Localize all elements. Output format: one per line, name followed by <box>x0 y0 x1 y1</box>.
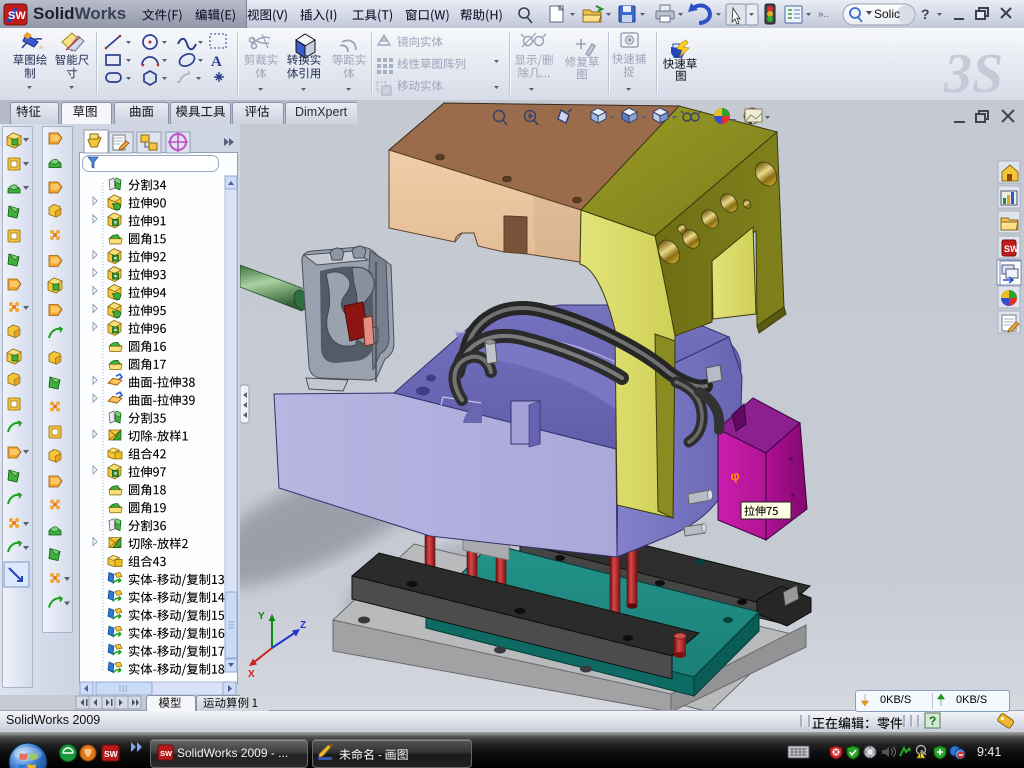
svg-text:?: ? <box>929 714 936 728</box>
svg-text:Y: Y <box>258 611 265 622</box>
svg-text:?: ? <box>921 6 930 22</box>
svg-text:!: ! <box>920 754 922 760</box>
svg-text:A: A <box>211 54 222 70</box>
svg-text:Z: Z <box>300 620 306 631</box>
svg-text:SW: SW <box>104 749 119 759</box>
svg-text:SW: SW <box>8 10 26 22</box>
svg-text:SW: SW <box>1004 244 1019 254</box>
svg-text:X: X <box>248 669 255 680</box>
svg-text:3S: 3S <box>943 43 1003 105</box>
svg-text:Solic: Solic <box>874 7 900 21</box>
svg-text:»..: ».. <box>818 9 829 20</box>
svg-text:SW: SW <box>160 749 173 758</box>
